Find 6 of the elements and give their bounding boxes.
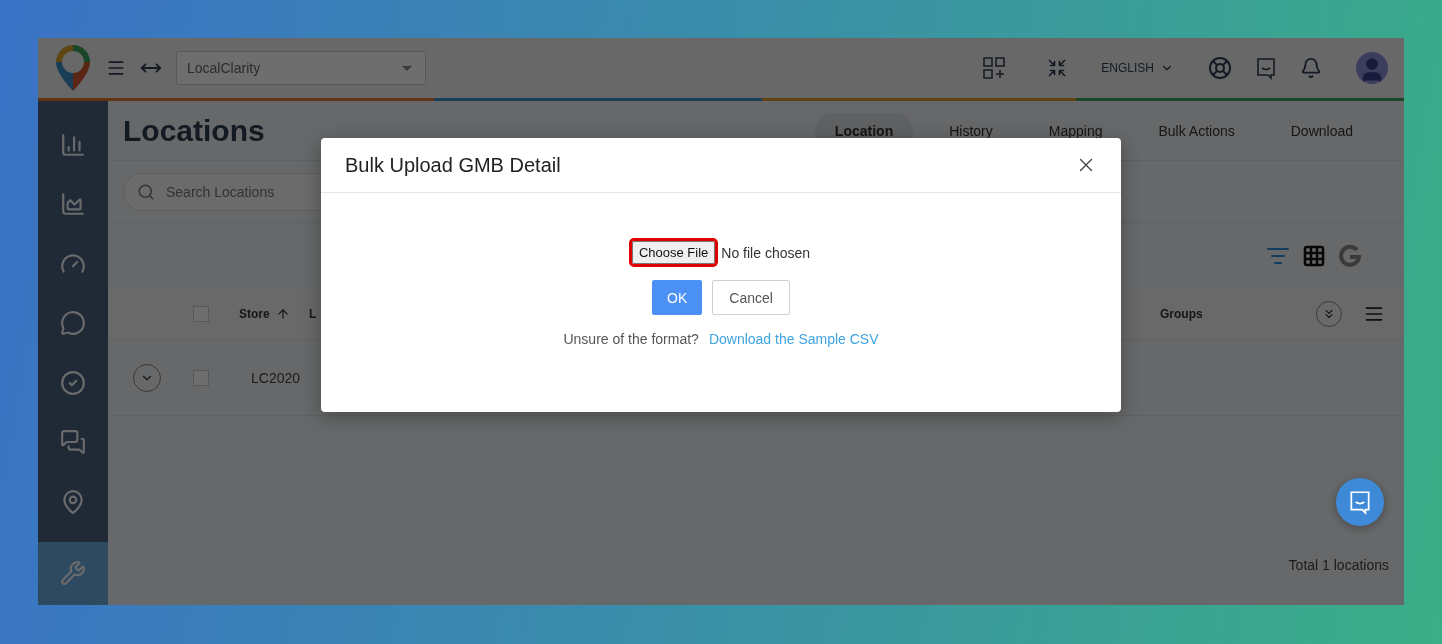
select-value: LocalClarity bbox=[187, 60, 261, 76]
file-status: No file chosen bbox=[721, 244, 811, 261]
page-title: Locations bbox=[123, 113, 266, 148]
total-count: Total 1 locations bbox=[1288, 557, 1389, 573]
table-cell: LC2020 bbox=[251, 369, 301, 386]
hint-text: Unsure of the format? bbox=[563, 331, 699, 347]
